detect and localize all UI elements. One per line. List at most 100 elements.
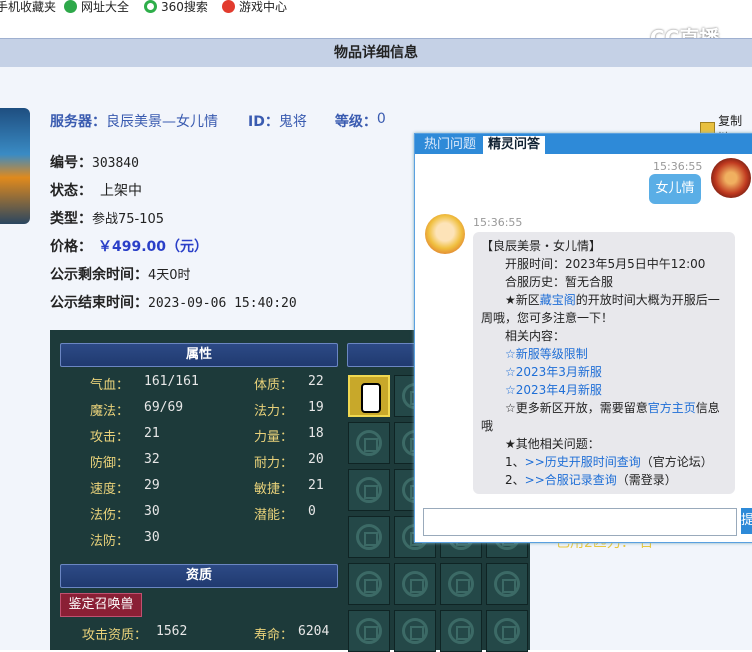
stat-label: 法力： [254,404,294,419]
rune-icon [494,571,520,597]
stat-label: 体质： [254,378,294,393]
bookmark-url-directory[interactable]: 网址大全 [64,0,129,15]
attribute-header: 属性 [60,343,338,367]
stat-label: 法防： [90,534,130,549]
aptitude-label: 攻击资质： [82,628,148,643]
send-button[interactable]: 提 [741,508,752,534]
status-value: 上架中 [100,183,142,199]
stat-value: 30 [144,504,160,519]
bot-line: 相关内容： [505,329,566,343]
skill-slot[interactable] [440,563,482,605]
bot-text: （官方论坛） [640,455,713,469]
status-label: 状态： [50,183,92,199]
stat-label: 攻击： [90,430,130,445]
stat-value: 29 [144,478,160,493]
skill-slot[interactable] [348,469,390,511]
new-server-level-link[interactable]: ☆新服等级限制 [505,345,588,363]
remain-label: 公示剩余时间： [50,267,148,283]
rune-icon [356,524,382,550]
stat-label: 耐力： [254,456,294,471]
tab-sprite-qa[interactable]: 精灵问答 [483,136,546,154]
skill-slot[interactable] [394,610,436,652]
bookmark-label: 360搜索 [161,0,208,14]
skill-slot[interactable] [348,516,390,558]
bot-text: 信息 [695,401,720,415]
treasure-pavilion-link[interactable]: 藏宝阁 [540,293,576,307]
stat-value: 18 [308,426,324,441]
bookmark-mobile[interactable]: 手机收藏夹 [0,0,56,15]
stat-label: 魔法： [90,404,130,419]
bot-line: 哦 [481,419,494,433]
skill-header [347,343,419,367]
merge-record-link[interactable]: >>合服记录查询 [525,473,617,487]
bot-message: 【良辰美景・女儿情】 开服时间：2023年5月5日中午12:00 合服历史：暂无… [473,232,735,494]
rune-icon [356,430,382,456]
rune-icon [448,618,474,644]
stat-value: 19 [308,400,324,415]
skill-slot[interactable] [486,563,528,605]
chat-input[interactable] [423,508,737,536]
bot-line: 【良辰美景・女儿情】 [481,239,602,253]
bot-text: ☆更多新区开放，需要留意 [505,401,648,415]
skill-slot[interactable] [348,375,390,417]
stat-value: 69/69 [144,400,184,415]
april-new-server-link[interactable]: ☆2023年4月新服 [505,381,602,399]
stat-value: 161/161 [144,374,199,389]
user-message: 女儿情 [649,174,701,204]
id-value: 鬼将 [278,114,307,130]
rune-icon [494,618,520,644]
info-type: 类型：参战75-105 [50,208,164,228]
bot-text: 的开放时间大概为开服后一 [575,293,720,307]
stat-label: 力量： [254,430,294,445]
stat-value: 20 [308,452,324,467]
bot-line: 2、>>合服记录查询（需登录） [505,471,677,489]
stat-value: 22 [308,374,324,389]
bot-line: ★其他相关问题： [505,437,600,451]
chat-tab-bar: 热门问题 精灵问答 [415,134,752,154]
price-value: ￥499.00（元） [98,239,209,255]
id-label: ID： [248,114,279,130]
tab-hot-questions[interactable]: 热门问题 [419,136,481,154]
server-value: 良辰美景—女儿情 [106,114,218,130]
assistant-chat-window: 热门问题 精灵问答 15:36:55 女儿情 15:36:55 【良辰美景・女儿… [414,133,752,543]
rune-icon [448,571,474,597]
level-label: 等级： [334,114,377,130]
official-homepage-link[interactable]: 官方主页 [648,401,696,415]
bot-text: 1、 [505,455,525,469]
appraise-pet-button[interactable]: 鉴定召唤兽 [60,593,142,617]
aptitude-value: 1562 [156,624,188,639]
march-new-server-link[interactable]: ☆2023年3月新服 [505,363,602,381]
info-status: 状态： 上架中 [50,180,142,200]
bookmark-360-search[interactable]: 360搜索 [144,0,208,15]
price-label: 价格： [50,239,92,255]
server-label: 服务器： [50,114,106,130]
type-value: 参战75-105 [92,212,165,227]
rune-icon [402,618,428,644]
skill-slot[interactable] [394,563,436,605]
level-value: 0 [376,111,386,127]
bot-text: ★新区 [505,293,540,307]
bot-line: 开服时间：2023年5月5日中午12:00 [505,257,706,271]
bookmark-label: 游戏中心 [239,0,288,14]
bookmark-label: 手机收藏夹 [0,0,57,14]
info-remain: 公示剩余时间：4天0时 [50,264,191,284]
bot-avatar [425,214,465,254]
bookmark-game-center[interactable]: 游戏中心 [222,0,287,15]
skill-slot[interactable] [440,610,482,652]
rune-icon [402,571,428,597]
end-value: 2023-09-06 15:40:20 [148,296,297,311]
stat-value: 21 [144,426,160,441]
skill-slot[interactable] [348,610,390,652]
bot-line: ★新区藏宝阁的开放时间大概为开服后一 [505,291,720,309]
life-value: 6204 [298,624,330,639]
bot-line: 合服历史：暂无合服 [505,275,614,289]
skill-slot[interactable] [348,563,390,605]
skill-slot[interactable] [486,610,528,652]
url-directory-icon [64,0,77,13]
stat-label: 速度： [90,482,130,497]
stat-value: 0 [308,504,316,519]
page-title: 物品详细信息 [0,38,752,68]
skill-slot[interactable] [348,422,390,464]
bot-timestamp: 15:36:55 [473,216,523,229]
history-open-time-link[interactable]: >>历史开服时间查询 [525,455,641,469]
